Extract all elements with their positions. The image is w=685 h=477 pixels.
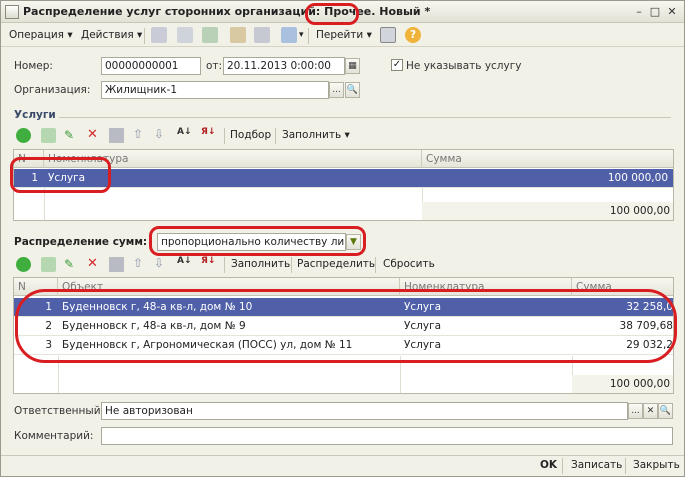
move-up-icon[interactable]: ⇧ — [133, 256, 143, 270]
toolbar-separator — [562, 458, 563, 474]
date-field[interactable]: 20.11.2013 0:00:00 — [223, 57, 345, 75]
end-edit-icon[interactable] — [109, 257, 124, 272]
toolbar-separator — [224, 128, 225, 144]
toolbar-separator — [291, 257, 292, 273]
close-icon[interactable]: ✕ — [665, 5, 679, 19]
services-table: N Номенклатура Сумма 1 Услуга 100 000,00… — [13, 149, 674, 221]
close-button[interactable]: Закрыть — [633, 458, 680, 473]
no-service-label: Не указывать услугу — [406, 60, 522, 72]
post-doc-icon[interactable] — [230, 27, 246, 43]
edit-row-icon[interactable]: ✎ — [64, 128, 74, 142]
distribution-label: Распределение сумм: — [14, 236, 148, 248]
list-icon[interactable] — [380, 27, 396, 43]
from-label: от: — [206, 60, 223, 72]
delete-row-icon[interactable]: ✕ — [87, 127, 98, 142]
responsible-field[interactable]: Не авторизован — [101, 402, 628, 420]
comment-label: Комментарий: — [14, 430, 94, 442]
toolbar-separator — [224, 257, 225, 273]
responsible-label: Ответственный: — [14, 405, 105, 417]
services-fill-menu[interactable]: Заполнить ▾ — [282, 128, 350, 143]
add-row-icon[interactable] — [16, 257, 31, 272]
sort-asc-icon[interactable]: А↓ — [177, 127, 192, 137]
pick-button[interactable]: Подбор — [230, 128, 271, 143]
maximize-icon[interactable]: □ — [648, 5, 662, 19]
window-title: Распределение услуг сторонних организаци… — [23, 5, 431, 18]
minimize-icon[interactable]: – — [632, 5, 646, 19]
number-field[interactable]: 00000000001 — [101, 57, 201, 75]
toolbar-separator — [375, 257, 376, 273]
responsible-clear-icon[interactable]: ✕ — [643, 403, 658, 419]
sort-desc-icon[interactable]: Я↓ — [201, 127, 215, 137]
add-row-icon[interactable] — [16, 128, 31, 143]
services-title: Услуги — [14, 109, 56, 121]
distribute-button[interactable]: Распределить — [297, 257, 375, 272]
move-up-icon[interactable]: ⇧ — [133, 127, 143, 141]
unpost-doc-icon[interactable] — [254, 27, 270, 43]
document-window: Распределение услуг сторонних организаци… — [0, 0, 685, 477]
org-label: Организация: — [14, 84, 91, 96]
move-down-icon[interactable]: ⇩ — [154, 127, 164, 141]
number-label: Номер: — [14, 60, 53, 72]
calendar-icon[interactable]: ▦ — [345, 58, 360, 74]
org-field[interactable]: Жилищник-1 — [101, 81, 329, 99]
highlight-distribution-rows — [15, 289, 677, 363]
col-sum[interactable]: Сумма — [422, 150, 673, 168]
image-icon[interactable] — [177, 27, 193, 43]
structure-dropdown-icon[interactable]: ▾ — [299, 28, 304, 43]
edit-row-icon[interactable]: ✎ — [64, 257, 74, 271]
copy-row-icon[interactable] — [41, 128, 56, 143]
toolbar-separator — [625, 458, 626, 474]
reset-button[interactable]: Сбросить — [383, 257, 435, 272]
copy-icon[interactable] — [151, 27, 167, 43]
refresh-icon[interactable] — [202, 27, 218, 43]
structure-icon[interactable] — [281, 27, 297, 43]
copy-row-icon[interactable] — [41, 257, 56, 272]
distribution-fill-button[interactable]: Заполнить — [231, 257, 290, 272]
sort-desc-icon[interactable]: Я↓ — [201, 256, 215, 266]
services-header: N Номенклатура Сумма — [14, 150, 673, 168]
row-sum: 100 000,00 — [607, 172, 668, 184]
delete-row-icon[interactable]: ✕ — [87, 256, 98, 271]
sort-asc-icon[interactable]: А↓ — [177, 256, 192, 266]
end-edit-icon[interactable] — [109, 128, 124, 143]
no-service-checkbox[interactable]: ✓ — [391, 59, 403, 71]
save-button[interactable]: Записать — [571, 458, 622, 473]
toolbar-separator — [308, 28, 309, 44]
operation-menu[interactable]: Операция ▾ — [9, 28, 73, 43]
toolbar-separator — [275, 128, 276, 144]
toolbar-separator — [144, 28, 145, 44]
responsible-select-button[interactable]: ... — [628, 403, 643, 419]
section-divider — [59, 117, 671, 118]
comment-field[interactable] — [101, 427, 673, 445]
distribution-total: 100 000,00 — [572, 375, 673, 393]
org-select-button[interactable]: ... — [329, 82, 344, 98]
responsible-search-icon[interactable]: 🔍 — [658, 403, 673, 419]
highlight-title — [305, 3, 359, 25]
ok-button[interactable]: OK — [540, 458, 557, 473]
app-icon — [5, 5, 19, 19]
services-total: 100 000,00 — [422, 202, 673, 220]
goto-menu[interactable]: Перейти ▾ — [316, 28, 372, 43]
move-down-icon[interactable]: ⇩ — [154, 256, 164, 270]
org-search-icon[interactable]: 🔍 — [345, 82, 360, 98]
table-row[interactable]: 1 Услуга 100 000,00 — [14, 169, 673, 188]
help-icon[interactable]: ? — [405, 27, 421, 43]
actions-menu[interactable]: Действия ▾ — [81, 28, 142, 43]
highlight-service-row — [10, 157, 111, 193]
highlight-method — [149, 226, 366, 256]
